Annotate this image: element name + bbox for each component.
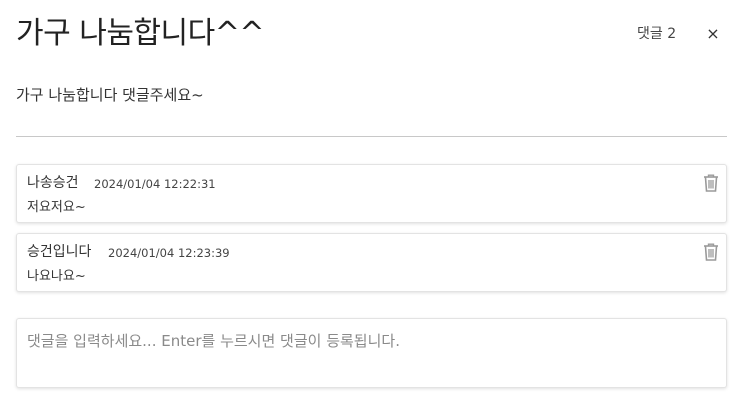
comment-timestamp: 2024/01/04 12:22:31 bbox=[94, 177, 216, 191]
comment-timestamp: 2024/01/04 12:23:39 bbox=[108, 246, 230, 260]
trash-icon[interactable] bbox=[702, 242, 720, 262]
comment-author: 나송승건 bbox=[27, 175, 79, 191]
comment-item: 나송승건 2024/01/04 12:22:31 저요저요~ bbox=[16, 164, 727, 223]
trash-icon[interactable] bbox=[702, 173, 720, 193]
divider bbox=[16, 136, 727, 137]
comment-text: 저요저요~ bbox=[27, 200, 86, 215]
comment-input-container bbox=[16, 318, 727, 388]
comment-author: 승건입니다 bbox=[27, 244, 92, 260]
close-button[interactable]: × bbox=[704, 24, 722, 44]
comment-text: 나요나요~ bbox=[27, 269, 86, 284]
comment-count[interactable]: 댓글 2 bbox=[637, 24, 676, 44]
comment-input[interactable] bbox=[17, 319, 726, 387]
post-title: 가구 나눔합니다^^ bbox=[16, 16, 265, 51]
comment-item: 승건입니다 2024/01/04 12:23:39 나요나요~ bbox=[16, 233, 727, 292]
post-body: 가구 나눔합니다 댓글주세요~ bbox=[16, 86, 204, 104]
